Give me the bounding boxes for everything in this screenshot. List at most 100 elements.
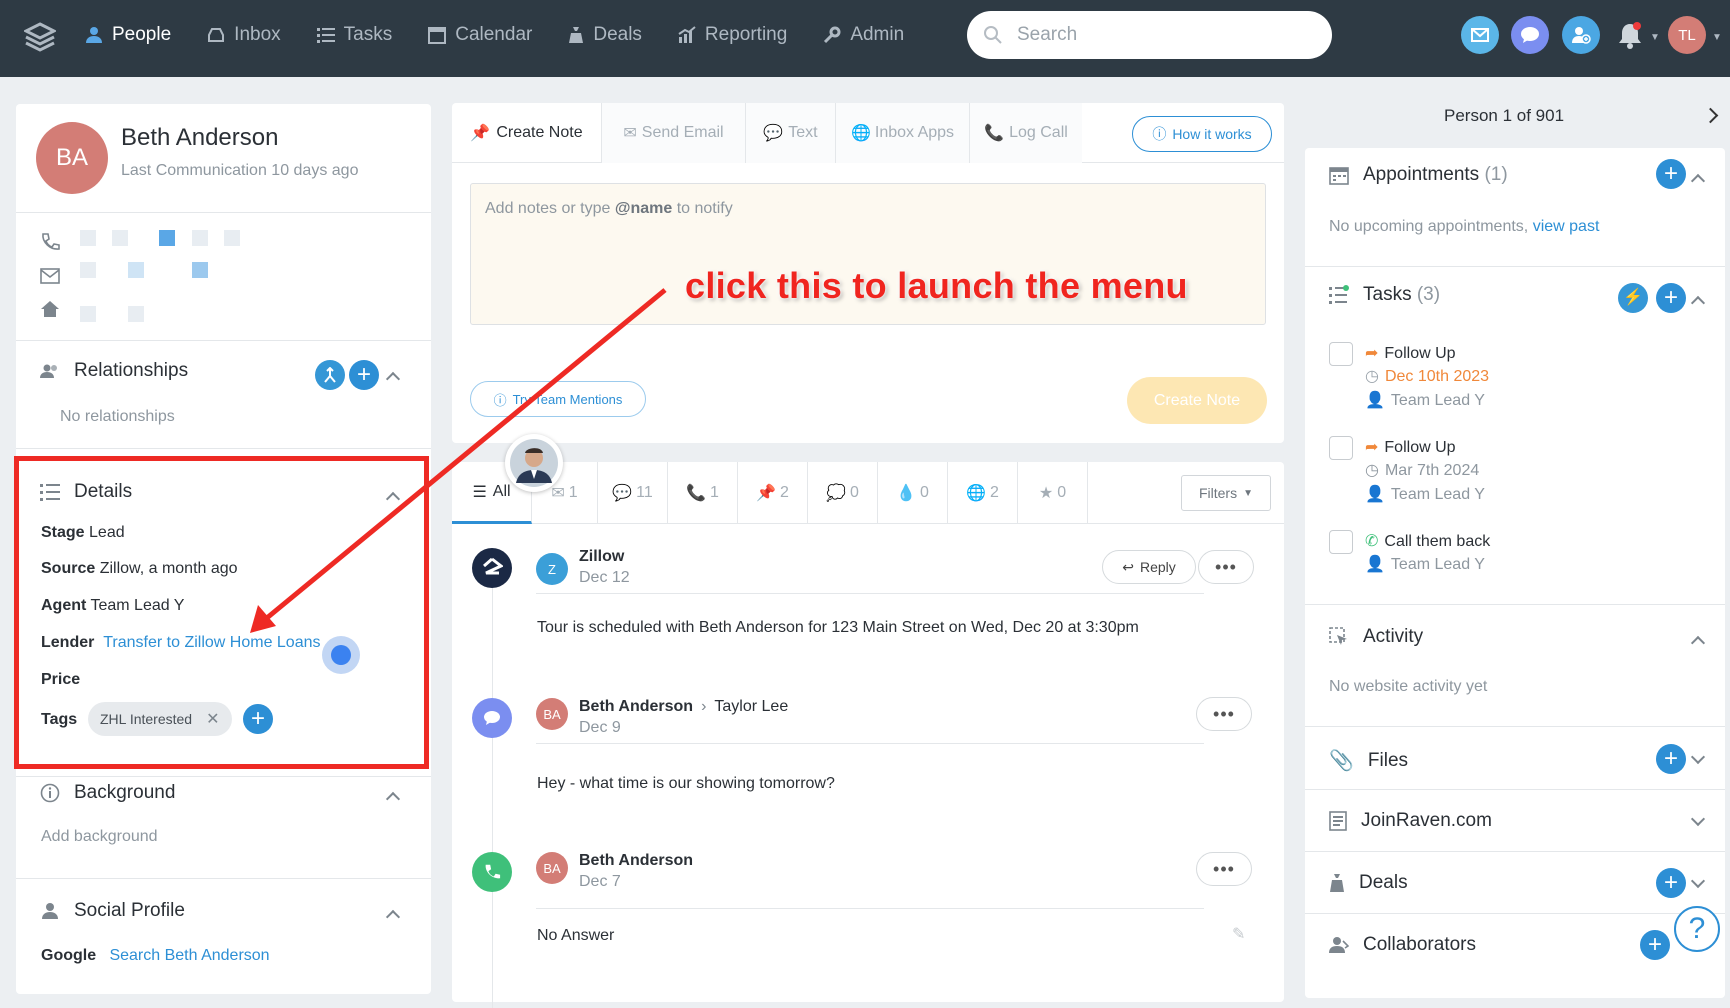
chat-bubble-icon: 💬 xyxy=(763,125,784,142)
background-placeholder[interactable]: Add background xyxy=(41,828,158,846)
collapse-caret-icon[interactable] xyxy=(1690,295,1706,311)
tab-send-email[interactable]: ✉ Send Email xyxy=(602,103,746,163)
bell-icon xyxy=(1619,22,1641,49)
google-search-link[interactable]: Search Beth Anderson xyxy=(109,947,269,964)
task-automation-button[interactable]: ⚡ xyxy=(1618,283,1648,313)
feed-tab-conversations-count: 0 xyxy=(850,484,859,501)
help-button[interactable]: ? xyxy=(1674,906,1720,952)
feed-tab-drops[interactable]: 💧 0 xyxy=(878,462,948,524)
chat-bubbles-icon: 💭 xyxy=(826,485,846,502)
clock-icon: ◷ xyxy=(1365,462,1379,479)
pin-icon: 📌 xyxy=(756,485,776,502)
feed-sender[interactable]: Zillow xyxy=(579,548,624,566)
agent-avatar[interactable] xyxy=(505,434,563,492)
task-title[interactable]: ➦ Follow Up xyxy=(1365,437,1456,457)
feed-sender[interactable]: Beth Anderson xyxy=(579,698,693,715)
expand-caret-icon[interactable] xyxy=(1690,811,1706,827)
feed-tab-conversations[interactable]: 💭 0 xyxy=(808,462,878,524)
nav-inbox-label: Inbox xyxy=(234,24,281,45)
expand-caret-icon[interactable] xyxy=(1690,749,1706,765)
tasks-header[interactable]: Tasks (3) xyxy=(1329,284,1440,306)
add-appointment-button[interactable]: + xyxy=(1656,159,1686,189)
nav-reporting[interactable]: Reporting xyxy=(678,24,787,46)
logo-icon[interactable] xyxy=(24,22,56,52)
more-options-button[interactable]: ••• xyxy=(1198,550,1254,584)
task-title[interactable]: ✆ Call them back xyxy=(1365,531,1490,551)
task-title[interactable]: ➦ Follow Up xyxy=(1365,343,1456,363)
person-icon xyxy=(86,27,102,43)
view-past-link[interactable]: view past xyxy=(1533,218,1600,235)
user-avatar[interactable]: TL xyxy=(1668,16,1706,54)
deals-header[interactable]: Deals xyxy=(1329,872,1408,894)
add-relationship-button[interactable]: + xyxy=(349,360,379,390)
chevron-right-icon: › xyxy=(701,698,707,715)
nav-admin[interactable]: Admin xyxy=(823,24,904,46)
tab-text[interactable]: 💬 Text xyxy=(746,103,836,163)
feed-sender[interactable]: Beth Anderson xyxy=(579,852,693,870)
feed-tab-web[interactable]: 🌐 2 xyxy=(948,462,1018,524)
create-note-button[interactable]: Create Note xyxy=(1127,377,1267,424)
add-collaborator-button[interactable]: + xyxy=(1640,930,1670,960)
search-input[interactable]: Search xyxy=(967,11,1332,59)
collapse-caret-icon[interactable] xyxy=(385,791,401,807)
background-header[interactable]: Background xyxy=(40,782,175,804)
feed-recipient[interactable]: Taylor Lee xyxy=(714,698,788,715)
nav-calendar[interactable]: Calendar xyxy=(428,24,532,46)
team-mentions-button[interactable]: ⓘ Try Team Mentions xyxy=(470,381,646,417)
how-it-works-button[interactable]: ⓘ How it works xyxy=(1132,116,1272,152)
chat-quick-button[interactable] xyxy=(1511,16,1549,54)
chevron-down-icon: ▼ xyxy=(1650,32,1660,43)
nav-tasks[interactable]: Tasks xyxy=(316,24,392,46)
collapse-caret-icon[interactable] xyxy=(385,371,401,387)
filters-dropdown[interactable]: Filters ▼ xyxy=(1181,475,1271,511)
email-quick-button[interactable] xyxy=(1461,16,1499,54)
link-relationship-button[interactable] xyxy=(315,360,345,390)
person-name[interactable]: Beth Anderson xyxy=(121,124,278,152)
calendar-icon xyxy=(1329,167,1349,185)
feed-tab-notes[interactable]: 📌 2 xyxy=(738,462,808,524)
expand-caret-icon[interactable] xyxy=(1690,873,1706,889)
more-options-button[interactable]: ••• xyxy=(1196,697,1252,731)
edit-pencil-icon[interactable]: ✎ xyxy=(1232,924,1245,944)
last-communication: Last Communication 10 days ago xyxy=(121,162,359,179)
add-task-button[interactable]: + xyxy=(1656,283,1686,313)
appointments-header[interactable]: Appointments (1) xyxy=(1329,164,1508,186)
filters-label: Filters xyxy=(1198,485,1238,501)
relationships-header[interactable]: Relationships xyxy=(40,360,188,382)
feed-tab-email-count: 1 xyxy=(568,484,578,501)
nav-inbox[interactable]: Inbox xyxy=(207,24,281,46)
collapse-caret-icon[interactable] xyxy=(385,909,401,925)
more-options-button[interactable]: ••• xyxy=(1196,852,1252,886)
collaborators-title: Collaborators xyxy=(1363,934,1476,955)
social-profile-header[interactable]: Social Profile xyxy=(40,900,185,922)
task-checkbox[interactable] xyxy=(1329,436,1353,460)
reply-button[interactable]: ↩ Reply xyxy=(1102,550,1196,584)
activity-header[interactable]: Activity xyxy=(1329,626,1423,648)
feed-tab-calls-count: 1 xyxy=(710,484,719,501)
add-file-button[interactable]: + xyxy=(1656,744,1686,774)
collapse-caret-icon[interactable] xyxy=(1690,635,1706,651)
drop-icon: 💧 xyxy=(896,485,916,502)
add-person-quick-button[interactable] xyxy=(1562,16,1600,54)
task-checkbox[interactable] xyxy=(1329,342,1353,366)
tab-inbox-apps[interactable]: 🌐 Inbox Apps xyxy=(836,103,970,163)
files-header[interactable]: 📎 Files xyxy=(1329,748,1408,773)
nav-deals[interactable]: Deals xyxy=(568,24,642,46)
appointments-empty-row: No upcoming appointments, view past xyxy=(1329,218,1599,236)
collapse-caret-icon[interactable] xyxy=(1690,173,1706,189)
nav-people[interactable]: People xyxy=(85,24,171,46)
feed-tab-calls[interactable]: 📞 1 xyxy=(668,462,738,524)
notifications-button[interactable] xyxy=(1612,16,1648,54)
relationships-title: Relationships xyxy=(74,360,189,381)
add-deal-button[interactable]: + xyxy=(1656,868,1686,898)
feed-tab-favorites[interactable]: ★ 0 xyxy=(1018,462,1088,524)
tab-create-note[interactable]: 📌 Create Note xyxy=(452,103,602,163)
collaborators-header[interactable]: Collaborators xyxy=(1329,934,1476,956)
tab-log-call[interactable]: 📞 Log Call xyxy=(970,103,1082,163)
feed-tab-texts[interactable]: 💬 11 xyxy=(598,462,668,524)
task-checkbox[interactable] xyxy=(1329,530,1353,554)
joinraven-header[interactable]: JoinRaven.com xyxy=(1329,810,1492,832)
annotation-label: click this to launch the menu xyxy=(685,265,1188,306)
nav-admin-label: Admin xyxy=(850,24,905,45)
next-person-chevron-icon[interactable] xyxy=(1702,107,1719,124)
